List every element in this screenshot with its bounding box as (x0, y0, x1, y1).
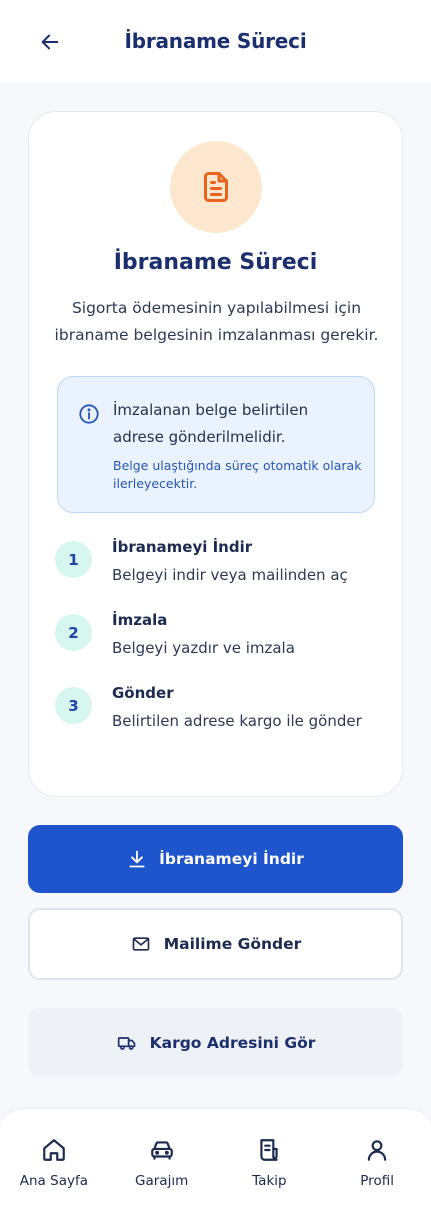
card-title: İbraname Süreci (113, 250, 318, 275)
document-icon (204, 172, 228, 202)
mail-send-button-label: Mailime Gönder (163, 935, 302, 953)
user-icon (367, 1140, 387, 1161)
info-main-text: İmzalanan belge belirtilen adrese gönder… (113, 401, 309, 446)
nav-item-home[interactable]: Ana Sayfa (0, 1109, 108, 1215)
receipt-icon (260, 1139, 279, 1161)
step-description: Belgeyi yazdır ve imzala (112, 639, 295, 657)
step-description: Belirtilen adrese kargo ile gönder (112, 712, 362, 730)
nav-item-profile[interactable]: Profil (323, 1109, 431, 1215)
nav-item-garage[interactable]: Garajım (108, 1109, 216, 1215)
card-description: Sigorta ödemesinin yapılabilmesi için ib… (54, 299, 379, 344)
nav-item-tracking[interactable]: Takip (216, 1109, 324, 1215)
step-number: 3 (55, 687, 92, 724)
bottom-navigation: Ana Sayfa Garajım Takip Profil (0, 1108, 431, 1215)
mail-send-button[interactable]: Mailime Gönder (28, 908, 403, 980)
step-description: Belgeyi indir veya mailinden aç (112, 566, 348, 584)
cargo-address-button-label: Kargo Adresini Gör (149, 1033, 316, 1052)
cargo-address-button[interactable]: Kargo Adresini Gör (28, 1008, 403, 1077)
car-icon (150, 1141, 173, 1160)
download-icon (129, 850, 145, 868)
top-bar: İbraname Süreci (0, 0, 431, 82)
nav-label: Profil (360, 1173, 394, 1189)
back-button[interactable] (30, 22, 70, 62)
step-item-sign: 2 İmzala Belgeyi yazdır ve imzala (55, 611, 395, 674)
info-icon (79, 404, 99, 424)
step-item-download: 1 İbranameyi İndir Belgeyi indir veya ma… (55, 538, 395, 601)
home-icon (43, 1139, 65, 1161)
download-button[interactable]: İbranameyi İndir (28, 825, 403, 893)
truck-icon (117, 1036, 135, 1050)
page-title: İbraname Süreci (124, 29, 307, 53)
app-screen: İbraname Süreci İbraname Süreci Sigorta … (0, 0, 431, 1215)
step-title: Gönder (112, 684, 174, 702)
step-title: İmzala (112, 611, 168, 629)
document-icon-badge (170, 141, 262, 233)
download-button-label: İbranameyi İndir (159, 850, 304, 868)
nav-label: Garajım (135, 1173, 189, 1189)
mail-icon (132, 937, 150, 951)
step-title: İbranameyi İndir (112, 538, 253, 556)
step-number: 2 (55, 614, 92, 651)
step-item-send: 3 Gönder Belirtilen adrese kargo ile gön… (55, 684, 395, 747)
info-box: İmzalanan belge belirtilen adrese gönder… (57, 376, 375, 513)
step-number: 1 (55, 541, 92, 578)
info-sub-text: Belge ulaştığında süreç otomatik olarak … (113, 458, 362, 491)
process-card: İbraname Süreci Sigorta ödemesinin yapıl… (28, 111, 403, 797)
nav-label: Takip (252, 1173, 287, 1189)
arrow-left-icon (41, 34, 59, 50)
nav-label: Ana Sayfa (19, 1173, 88, 1189)
